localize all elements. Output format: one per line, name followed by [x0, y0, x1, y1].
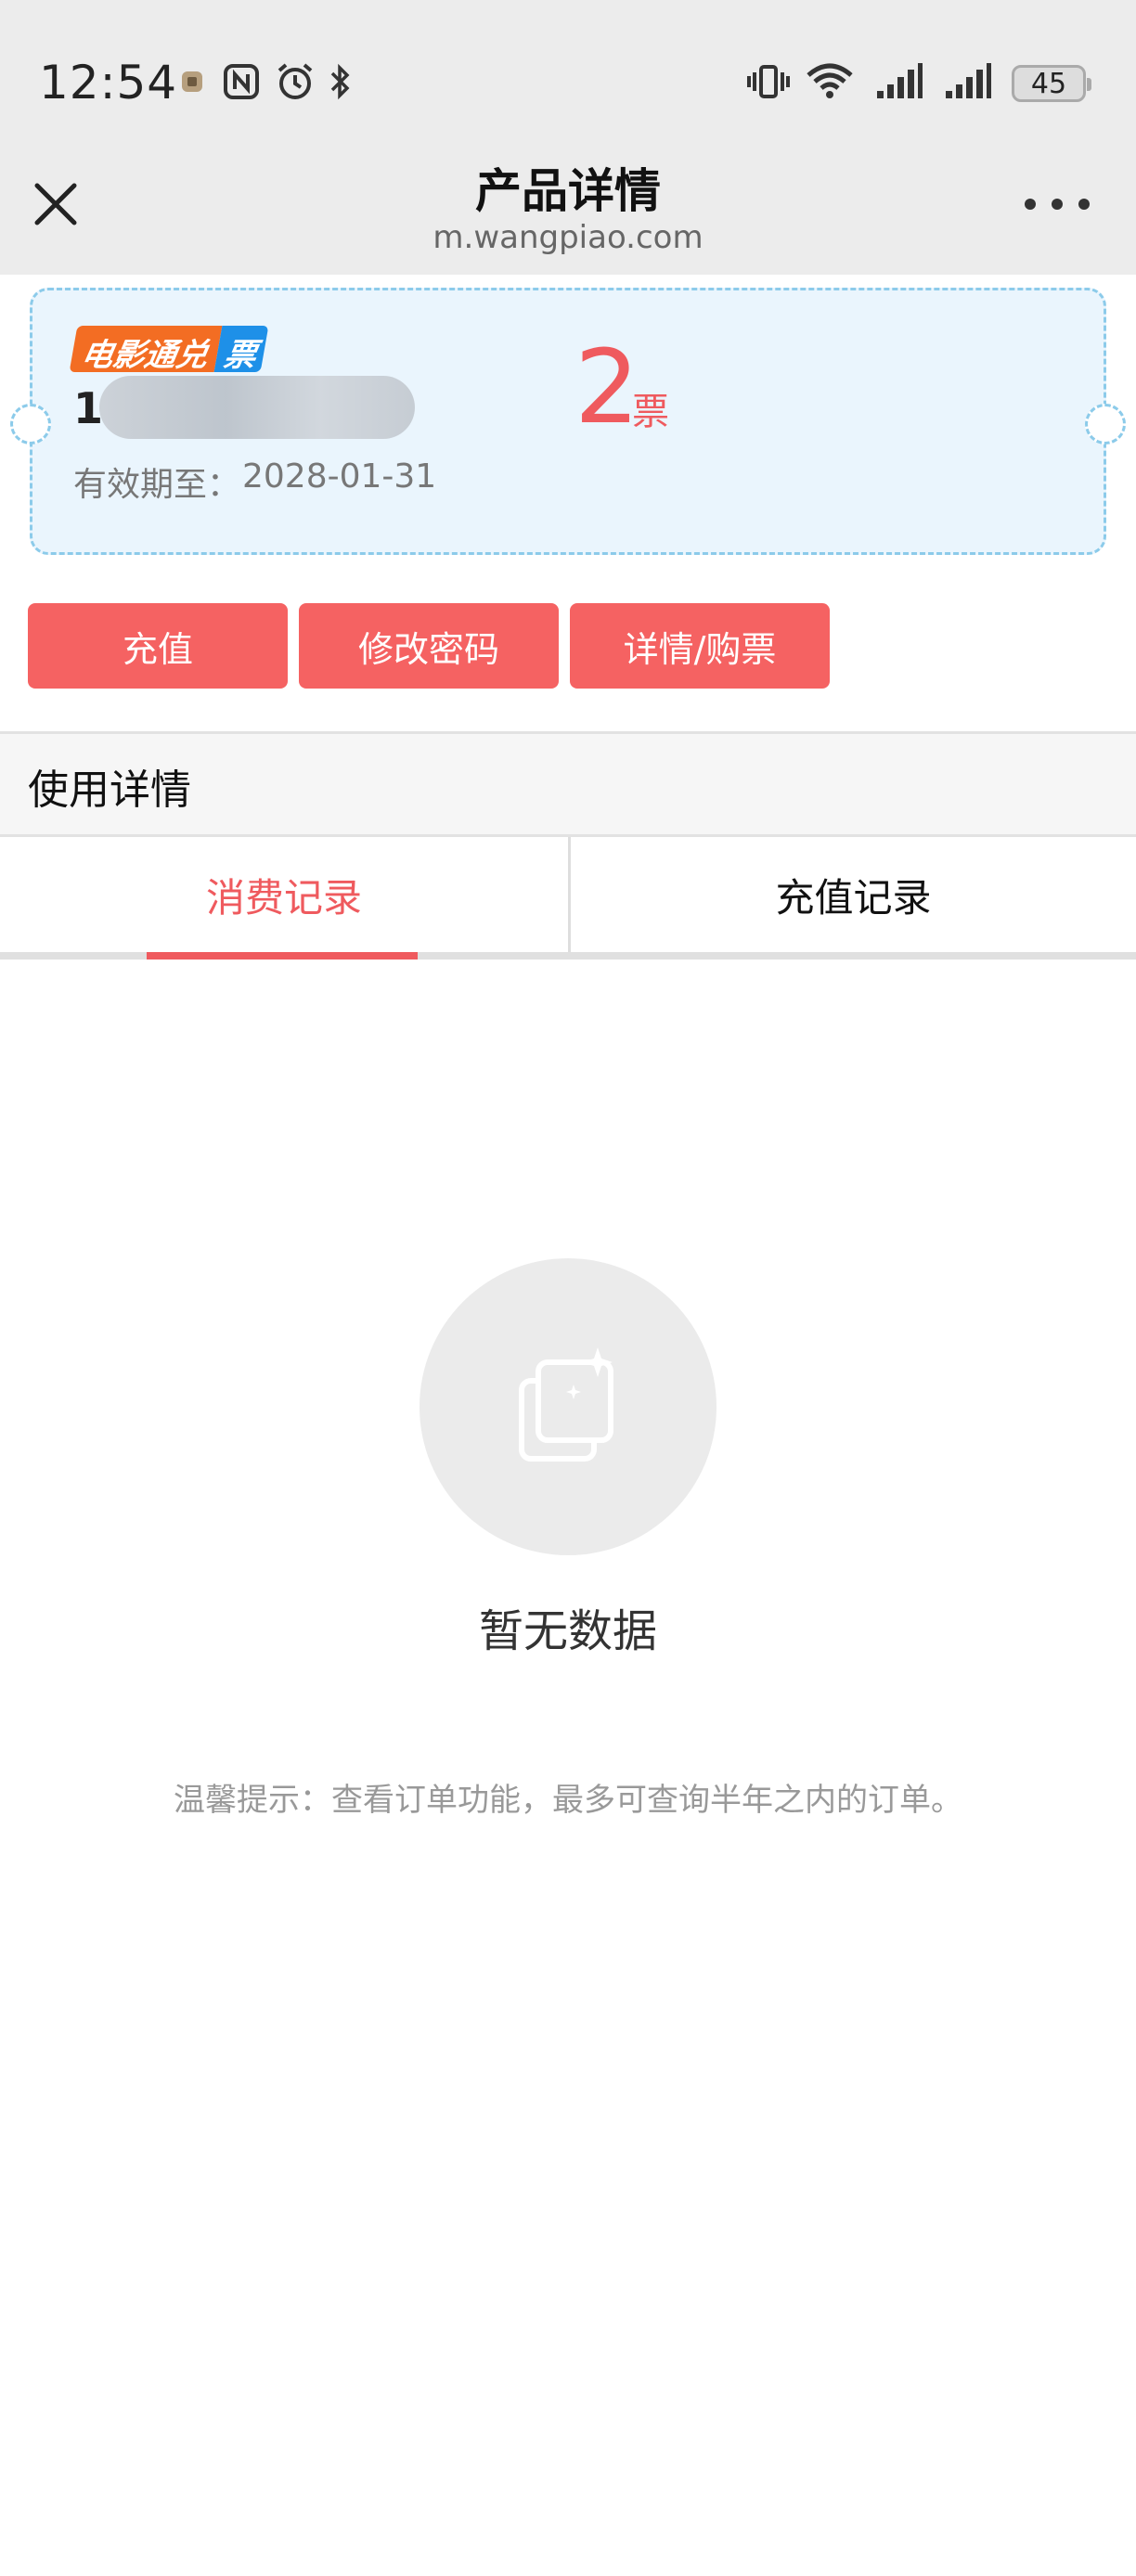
empty-state-message: 暂无数据: [478, 1605, 657, 1657]
alarm-icon: [273, 61, 317, 102]
page-url: m.wangpiao.com: [432, 219, 704, 256]
empty-state-illustration: [420, 1258, 716, 1555]
wifi-icon: [804, 61, 856, 102]
app-notification-icon: [178, 61, 206, 102]
record-tabs: 消费记录 充值记录: [0, 837, 1136, 960]
bluetooth-icon: [327, 61, 355, 102]
more-dot-icon: [1078, 199, 1090, 210]
recharge-button[interactable]: 充值: [28, 603, 288, 689]
status-bar: 12:54 45: [0, 0, 1136, 148]
nav-bar: 产品详情 m.wangpiao.com: [0, 148, 1136, 275]
ticket-notch-right: [1085, 404, 1126, 444]
signal-icon: [874, 61, 924, 102]
active-tab-indicator: [147, 952, 418, 960]
vibrate-icon: [742, 61, 794, 102]
more-dot-icon: [1025, 199, 1036, 210]
change-password-button[interactable]: 修改密码: [299, 603, 559, 689]
battery-indicator: 45: [1012, 65, 1091, 102]
tab-consumption-records[interactable]: 消费记录: [0, 837, 568, 952]
usage-section-header: 使用详情: [0, 731, 1136, 837]
more-dot-icon: [1052, 199, 1063, 210]
signal-icon-2: [943, 61, 993, 102]
status-time: 12:54: [39, 56, 178, 109]
product-badge: 电影通兑 票: [69, 326, 269, 374]
nfc-icon: [221, 61, 262, 102]
battery-level: 45: [1030, 67, 1067, 100]
ticket-card: 电影通兑 票 1 2 票 有效期至： 2028-01-31: [10, 288, 1126, 555]
badge-suffix: 票: [213, 326, 269, 374]
badge-main: 电影通兑: [69, 326, 223, 374]
card-number-redaction: [99, 376, 415, 439]
more-menu-button[interactable]: [1025, 186, 1090, 223]
page-title: 产品详情: [475, 164, 661, 218]
ticket-notch-left: [10, 404, 51, 444]
usage-title: 使用详情: [28, 766, 191, 814]
expiry-label: 有效期至：: [73, 466, 241, 504]
expiry-date: 2028-01-31: [242, 457, 437, 496]
tab-recharge-records[interactable]: 充值记录: [568, 837, 1136, 952]
empty-documents-icon: [519, 1347, 613, 1462]
ticket-count-unit: 票: [632, 391, 669, 433]
order-tip: 温馨提示：查看订单功能，最多可查询半年之内的订单。: [174, 1782, 962, 1819]
detail-buy-button[interactable]: 详情/购票: [570, 603, 830, 689]
ticket-count: 2: [574, 328, 639, 446]
